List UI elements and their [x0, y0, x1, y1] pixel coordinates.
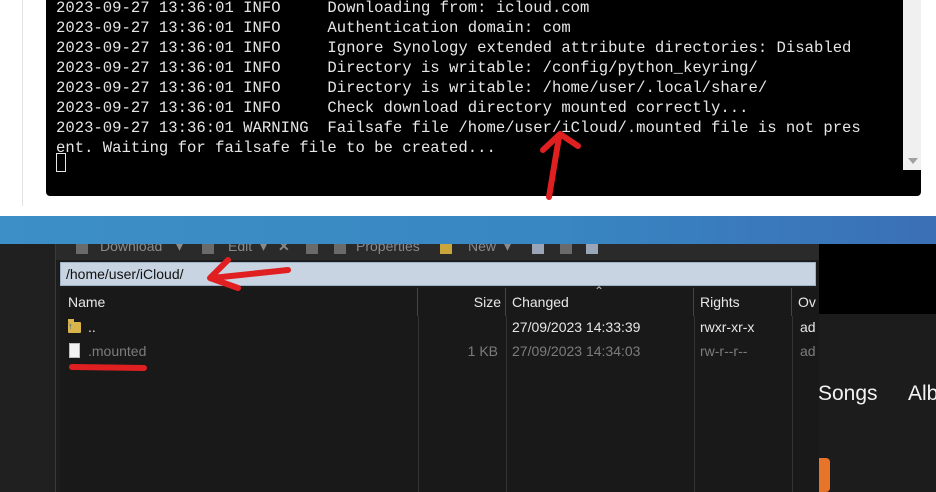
column-rights-label: Rights — [700, 294, 740, 310]
row-rights: rw-r--r-- — [700, 343, 748, 359]
column-rights[interactable]: Rights — [694, 288, 792, 316]
properties-icon[interactable] — [334, 244, 346, 254]
terminal-log[interactable]: 2023-09-27 13:36:01 INFO Downloading fro… — [46, 0, 921, 196]
column-name-label: Name — [68, 294, 106, 310]
new-button[interactable]: New — [468, 244, 496, 254]
log-line: 2023-09-27 13:36:01 INFO Directory is wr… — [56, 59, 758, 77]
tab-songs[interactable]: Songs — [818, 382, 878, 406]
scroll-down-icon[interactable] — [908, 158, 918, 164]
rename-icon[interactable] — [306, 244, 318, 254]
row-size: 1 KB — [467, 343, 498, 359]
background-app-sidebar — [0, 244, 55, 492]
card-border — [22, 0, 23, 206]
row-name: .. — [88, 319, 96, 335]
column-owner-label: Ov — [798, 294, 816, 310]
log-line: 2023-09-27 13:36:01 INFO Downloading fro… — [56, 0, 590, 17]
row-owner: ad — [800, 343, 816, 359]
column-divider — [694, 316, 695, 492]
edit-dropdown-icon[interactable]: ▾ — [260, 244, 267, 255]
column-size[interactable]: Size — [418, 288, 506, 316]
row-changed: 27/09/2023 14:33:39 — [512, 319, 641, 335]
new-dropdown-icon[interactable]: ▾ — [504, 244, 511, 255]
log-line: 2023-09-27 13:36:01 INFO Authentication … — [56, 19, 571, 37]
log-line: 2023-09-27 13:36:01 INFO Directory is wr… — [56, 79, 768, 97]
column-divider — [792, 316, 793, 492]
delete-icon[interactable]: ✕ — [278, 244, 290, 255]
column-divider — [506, 316, 507, 492]
terminal-cursor — [56, 153, 66, 172]
desktop-background — [0, 216, 936, 246]
path-bar[interactable]: /home/user/iCloud/ — [60, 262, 816, 286]
download-icon[interactable] — [76, 244, 88, 254]
background-app-header — [818, 244, 936, 314]
row-name: .mounted — [88, 343, 147, 359]
check-icon[interactable] — [586, 244, 598, 254]
remove-icon[interactable] — [560, 244, 572, 254]
path-text[interactable]: /home/user/iCloud/ — [66, 266, 184, 282]
properties-button[interactable]: Properties — [356, 244, 420, 254]
row-rights: rwxr-xr-x — [700, 319, 755, 335]
row-changed: 27/09/2023 14:34:03 — [512, 343, 641, 359]
row-owner: ad — [800, 319, 816, 335]
file-list: Name Size Changed Rights Ov ⌃ ↑ .. 27/09… — [60, 284, 819, 492]
file-icon — [69, 343, 80, 358]
toolbar: Download ▾ Edit ▾ ✕ Properties New ▾ — [56, 244, 819, 260]
log-line: 2023-09-27 13:36:01 INFO Check download … — [56, 99, 749, 117]
column-name[interactable]: Name — [60, 288, 418, 316]
edit-icon[interactable] — [202, 244, 214, 254]
column-divider — [418, 316, 419, 492]
tab-albums[interactable]: Alb — [908, 382, 936, 406]
download-dropdown-icon[interactable]: ▾ — [176, 244, 183, 255]
log-panel-area: 2023-09-27 13:36:01 INFO Downloading fro… — [0, 0, 936, 216]
up-arrow-icon: ↑ — [68, 321, 73, 331]
sort-ascending-icon[interactable]: ⌃ — [594, 284, 604, 298]
panel-bottom-strip — [0, 206, 936, 216]
play-button[interactable] — [818, 458, 830, 492]
add-icon[interactable] — [532, 244, 544, 254]
log-line: 2023-09-27 13:36:01 INFO Ignore Synology… — [56, 39, 852, 57]
edit-button[interactable]: Edit — [228, 244, 252, 254]
download-button[interactable]: Download — [100, 244, 162, 254]
log-line-warning-cont: ent. Waiting for failsafe file to be cre… — [56, 139, 496, 157]
column-size-label: Size — [473, 294, 501, 310]
new-folder-icon[interactable] — [440, 244, 452, 254]
column-changed-label: Changed — [512, 294, 569, 310]
terminal-scrollbar[interactable] — [903, 0, 921, 170]
column-owner[interactable]: Ov — [792, 288, 819, 316]
file-manager-window: Download ▾ Edit ▾ ✕ Properties New ▾ /ho… — [55, 244, 819, 492]
log-line-warning: 2023-09-27 13:36:01 WARNING Failsafe fil… — [56, 119, 861, 137]
